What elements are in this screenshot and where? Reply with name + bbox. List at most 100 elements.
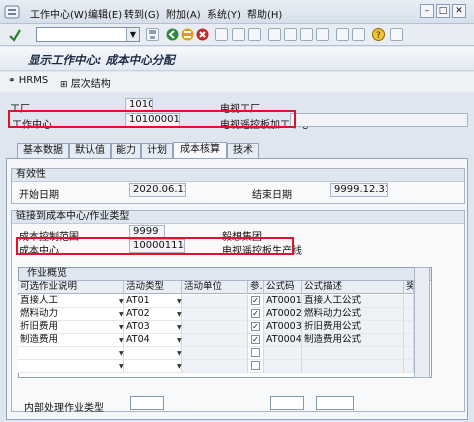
table-cell-unit[interactable] <box>182 295 248 308</box>
checkbox[interactable] <box>251 361 260 370</box>
chevron-down-icon[interactable]: ▼ <box>177 350 182 357</box>
table-cell-unit[interactable] <box>182 360 248 373</box>
menu-extras[interactable]: 附加(A) <box>166 6 201 21</box>
start-date-field[interactable]: 2020.06.12 <box>129 183 186 197</box>
table-cell-type[interactable]: AT03 <box>124 321 182 334</box>
table-cell-type[interactable] <box>124 360 182 373</box>
row-checkbox-cell[interactable]: ✓ <box>248 308 264 321</box>
table-cell-desc[interactable]: 制造费用 <box>18 334 124 347</box>
checkbox[interactable] <box>251 348 260 357</box>
exit-icon[interactable] <box>181 28 194 41</box>
last-page-icon[interactable] <box>316 28 329 41</box>
new-session-icon[interactable] <box>336 28 349 41</box>
enter-icon[interactable] <box>8 28 21 42</box>
chevron-down-icon[interactable]: ▼ <box>177 363 182 370</box>
internal-activity-type-field[interactable] <box>130 396 164 410</box>
tab-defaults[interactable]: 默认值 <box>69 143 111 158</box>
row-extra-cell[interactable] <box>404 347 414 360</box>
print-icon[interactable] <box>215 28 228 41</box>
row-extra-cell[interactable] <box>404 321 414 334</box>
column-header[interactable]: 公式描述 <box>302 281 404 294</box>
table-cell-fdesc[interactable] <box>302 347 404 360</box>
column-header[interactable]: 活动类型 <box>124 281 182 294</box>
internal-activity-unit-field[interactable] <box>270 396 304 410</box>
checkbox[interactable]: ✓ <box>251 335 260 344</box>
chevron-down-icon[interactable]: ▼ <box>119 311 124 318</box>
chevron-down-icon[interactable]: ▼ <box>126 28 139 41</box>
table-cell-formula[interactable]: AT0002 <box>264 308 302 321</box>
hierarchy-button[interactable]: ⊞ 层次结构 <box>60 75 111 90</box>
sap-icon[interactable] <box>4 4 20 20</box>
chevron-down-icon[interactable]: ▼ <box>177 311 182 318</box>
first-page-icon[interactable] <box>268 28 281 41</box>
chevron-down-icon[interactable]: ▼ <box>119 363 124 370</box>
row-extra-cell[interactable] <box>404 360 414 373</box>
row-extra-cell[interactable] <box>404 295 414 308</box>
prev-page-icon[interactable] <box>284 28 297 41</box>
table-cell-type[interactable] <box>124 347 182 360</box>
table-cell-desc[interactable]: 直接人工 <box>18 295 124 308</box>
table-cell-formula[interactable]: AT0001 <box>264 295 302 308</box>
table-cell-desc[interactable] <box>18 360 124 373</box>
checkbox[interactable]: ✓ <box>251 296 260 305</box>
row-checkbox-cell[interactable] <box>248 360 264 373</box>
menu-help[interactable]: 帮助(H) <box>247 6 282 21</box>
menu-workcenter[interactable]: 工作中心(W) <box>30 6 88 21</box>
column-header[interactable]: 参... <box>248 281 264 294</box>
chevron-down-icon[interactable]: ▼ <box>119 324 124 331</box>
table-cell-type[interactable]: AT01 <box>124 295 182 308</box>
table-cell-formula[interactable] <box>264 360 302 373</box>
table-cell-desc[interactable]: 燃料动力 <box>18 308 124 321</box>
chevron-down-icon[interactable]: ▼ <box>177 324 182 331</box>
chevron-down-icon[interactable]: ▼ <box>177 337 182 344</box>
table-cell-formula[interactable]: AT0004 <box>264 334 302 347</box>
row-checkbox-cell[interactable] <box>248 347 264 360</box>
table-cell-type[interactable]: AT02 <box>124 308 182 321</box>
row-extra-cell[interactable] <box>404 308 414 321</box>
column-header[interactable]: 公式码 <box>264 281 302 294</box>
chevron-down-icon[interactable]: ▼ <box>119 337 124 344</box>
column-header[interactable]: 可选作业说明 <box>18 281 124 294</box>
tab-costing[interactable]: 成本核算 <box>173 142 227 159</box>
table-cell-desc[interactable] <box>18 347 124 360</box>
table-cell-formula[interactable] <box>264 347 302 360</box>
tab-basic-data[interactable]: 基本数据 <box>17 143 69 158</box>
maximize-icon[interactable]: □ <box>436 4 450 18</box>
menu-edit[interactable]: 编辑(E) <box>88 6 122 21</box>
close-icon[interactable]: ✕ <box>452 4 466 18</box>
table-cell-unit[interactable] <box>182 347 248 360</box>
table-cell-type[interactable]: AT04 <box>124 334 182 347</box>
table-cell-formula[interactable]: AT0003 <box>264 321 302 334</box>
next-page-icon[interactable] <box>300 28 313 41</box>
table-cell-unit[interactable] <box>182 321 248 334</box>
hrms-button[interactable]: ⚭ HRMS <box>8 75 48 86</box>
table-cell-unit[interactable] <box>182 334 248 347</box>
table-cell-fdesc[interactable]: 直接人工公式 <box>302 295 404 308</box>
minimize-icon[interactable]: – <box>420 4 434 18</box>
row-checkbox-cell[interactable]: ✓ <box>248 295 264 308</box>
tab-capacity[interactable]: 能力 <box>111 143 141 158</box>
end-date-field[interactable]: 9999.12.31 <box>330 183 388 197</box>
table-cell-unit[interactable] <box>182 308 248 321</box>
row-extra-cell[interactable] <box>404 334 414 347</box>
cancel-icon[interactable] <box>196 28 209 41</box>
column-header[interactable]: 奖 <box>404 281 414 294</box>
chevron-down-icon[interactable]: ▼ <box>119 298 124 305</box>
save-icon[interactable] <box>146 28 159 41</box>
menu-goto[interactable]: 转到(G) <box>124 6 160 21</box>
row-checkbox-cell[interactable]: ✓ <box>248 321 264 334</box>
table-cell-fdesc[interactable]: 燃料动力公式 <box>302 308 404 321</box>
chevron-down-icon[interactable]: ▼ <box>177 298 182 305</box>
chevron-down-icon[interactable]: ▼ <box>119 350 124 357</box>
find-next-icon[interactable] <box>248 28 261 41</box>
tab-technical[interactable]: 技术 <box>227 143 259 158</box>
internal-activity-qty-field[interactable] <box>316 396 354 410</box>
row-checkbox-cell[interactable]: ✓ <box>248 334 264 347</box>
table-cell-fdesc[interactable]: 制造费用公式 <box>302 334 404 347</box>
shortcut-icon[interactable] <box>352 28 365 41</box>
find-icon[interactable] <box>232 28 245 41</box>
table-scrollbar[interactable] <box>414 267 430 378</box>
checkbox[interactable]: ✓ <box>251 309 260 318</box>
table-cell-fdesc[interactable]: 折旧费用公式 <box>302 321 404 334</box>
tab-scheduling[interactable]: 计划 <box>141 143 173 158</box>
